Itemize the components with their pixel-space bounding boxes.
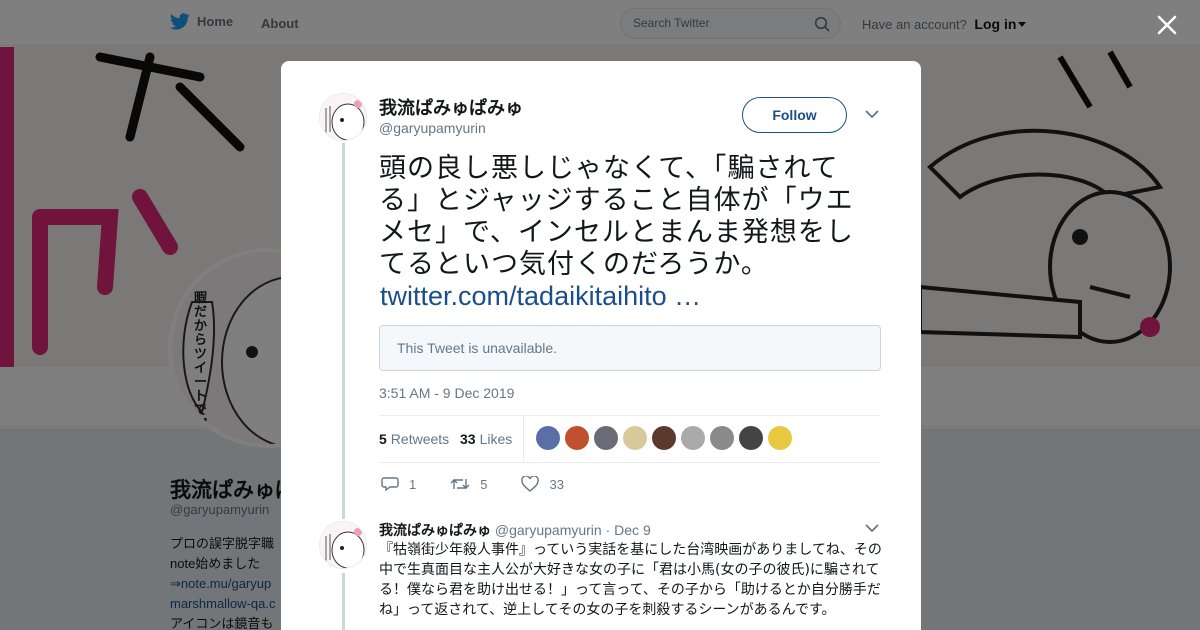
likes-stat[interactable]: 33 Likes	[460, 431, 512, 447]
liker-avatar[interactable]	[565, 426, 589, 450]
tweet-actions: 1 5 33	[381, 473, 586, 495]
liker-avatar[interactable]	[681, 426, 705, 450]
reply-author-name[interactable]: 我流ぱみゅぱみゅ	[379, 522, 491, 538]
reply-icon	[381, 477, 399, 492]
retweets-label: Retweets	[390, 431, 450, 447]
stats-divider	[523, 416, 524, 462]
chevron-down-icon[interactable]	[865, 109, 879, 119]
tweet-stats: 5 Retweets 33 Likes	[379, 415, 881, 463]
tweet-text: 頭の良し悪しじゃなくて、「騙されてる」とジャッジすること自体が「ウエメセ」で、イ…	[379, 153, 854, 280]
reply-header: 我流ぱみゅぱみゅ @garyupamyurin · Dec 9	[379, 520, 651, 540]
thread-connector-line	[342, 573, 345, 630]
liker-avatar[interactable]	[536, 426, 560, 450]
reply-text: 『牯嶺街少年殺人事件』っていう実話を基にした台湾映画がありましてね、その中で生真…	[379, 542, 882, 618]
quoted-tweet-unavailable: This Tweet is unavailable.	[379, 325, 881, 371]
likes-count: 33	[460, 431, 476, 447]
like-count: 33	[549, 476, 564, 492]
liker-avatars	[536, 426, 792, 450]
tweet-author-name[interactable]: 我流ぱみゅぱみゅ	[379, 94, 523, 120]
retweet-count: 5	[480, 476, 488, 492]
thread-connector-line	[342, 143, 345, 519]
reply-author-avatar[interactable]	[319, 521, 367, 569]
retweets-count: 5	[379, 431, 387, 447]
reply-date[interactable]: Dec 9	[614, 522, 651, 538]
reply-count: 1	[409, 476, 417, 492]
heart-icon	[521, 476, 540, 492]
tweet-link[interactable]: twitter.com/tadaikitaihito …	[380, 281, 701, 312]
retweet-icon	[450, 479, 470, 489]
reply-separator: ·	[605, 522, 611, 538]
chevron-down-icon[interactable]	[865, 523, 879, 533]
like-action[interactable]: 33	[521, 476, 564, 492]
liker-avatar[interactable]	[739, 426, 763, 450]
liker-avatar[interactable]	[768, 426, 792, 450]
reply-action[interactable]: 1	[381, 476, 416, 492]
retweet-action[interactable]: 5	[450, 476, 487, 492]
tweet-modal: 我流ぱみゅぱみゅ @garyupamyurin Follow 頭の良し悪しじゃな…	[281, 61, 921, 630]
liker-avatar[interactable]	[710, 426, 734, 450]
liker-avatar[interactable]	[594, 426, 618, 450]
likes-label: Likes	[479, 431, 513, 447]
follow-button[interactable]: Follow	[742, 97, 847, 133]
reply-author-handle[interactable]: @garyupamyurin	[495, 522, 602, 538]
retweets-stat[interactable]: 5 Retweets	[379, 431, 449, 447]
liker-avatar[interactable]	[652, 426, 676, 450]
liker-avatar[interactable]	[623, 426, 647, 450]
tweet-author-handle[interactable]: @garyupamyurin	[379, 120, 486, 136]
tweet-timestamp[interactable]: 3:51 AM - 9 Dec 2019	[379, 385, 514, 401]
close-icon[interactable]	[1154, 12, 1180, 38]
author-avatar[interactable]	[319, 93, 367, 141]
